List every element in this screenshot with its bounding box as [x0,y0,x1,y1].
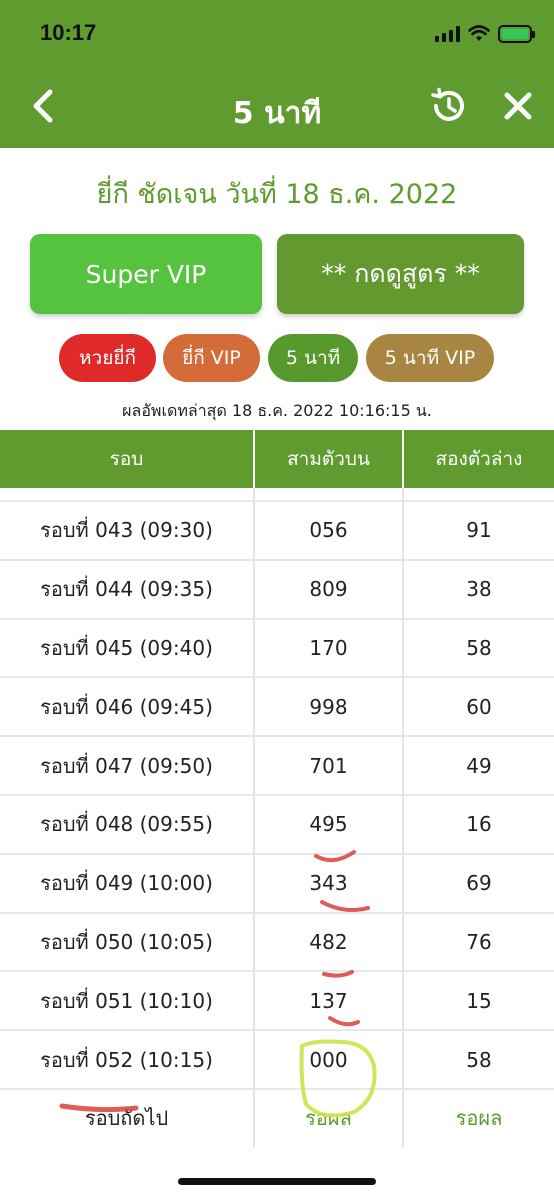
header-two-bottom: สองตัวล่าง [435,448,523,470]
round-cell: รอบที่ 050 (10:05) [0,913,255,971]
round-cell: รอบที่ 044 (09:35) [0,560,255,618]
status-icons [435,22,535,46]
battery-charging-icon [498,25,535,43]
history-icon[interactable] [428,86,468,126]
table-body[interactable]: รอบที่ 043 (09:30) 056 91 รอบที่ 044 (09:35… [0,500,554,1147]
page-title: 5 นาที [232,96,322,131]
round-cell: รอบที่ 045 (09:40) [0,619,255,677]
next-round-label: รอบถัดไป [0,1089,255,1147]
signal-icon [435,26,460,42]
three-top-cell: 998 [255,678,404,736]
two-bottom-cell: 91 [466,518,492,543]
table-row: รอบที่ 043 (09:30) 056 91 [0,500,554,559]
round-cell: รอบที่ 046 (09:45) [0,678,255,736]
table-scroll-stub [0,488,554,500]
table-row: รอบที่ 046 (09:45) 998 60 [0,676,554,736]
three-top-cell: 170 [255,619,404,677]
round-cell: รอบที่ 048 (09:55) [0,795,255,853]
status-bar: 10:17 [0,0,554,68]
app-header: 10:17 5 นาที [0,0,554,148]
tab-yiki[interactable]: หวยยี่กี [59,334,156,382]
three-top-cell: 495 [255,795,404,853]
round-cell: รอบที่ 052 (10:15) [0,1031,255,1088]
two-bottom-cell: 49 [466,753,492,778]
pending-result-cell: รอผล [455,1106,503,1131]
table-row: รอบที่ 045 (09:40) 170 58 [0,617,554,677]
last-updated-text: ผลอัพเดทล่าสุด 18 ธ.ค. 2022 10:16:15 น. [122,401,432,420]
table-row: รอบที่ 052 (10:15) 000 58 [0,1029,554,1088]
round-cell: รอบที่ 049 (10:00) [0,854,255,912]
two-bottom-cell: 60 [466,694,492,719]
two-bottom-cell: 38 [466,577,492,602]
wifi-icon [468,25,490,41]
table-row: รอบที่ 050 (10:05) 482 76 [0,911,554,971]
three-top-cell: 343 [255,854,404,912]
close-icon[interactable] [498,86,538,126]
tab-yiki-vip[interactable]: ยี่กี VIP [163,334,260,382]
header-three-top: สามตัวบน [255,430,404,488]
three-top-cell: 056 [255,502,404,559]
tab-5-min[interactable]: 5 นาที [268,334,358,382]
three-top-cell: 701 [255,737,404,794]
table-row: รอบที่ 049 (10:00) 343 69 [0,852,554,912]
results-table: รอบ สามตัวบน สองตัวล่าง รอบที่ 043 (09:3… [0,430,554,1147]
table-row: รอบที่ 048 (09:55) 495 16 [0,793,554,853]
round-cell: รอบที่ 043 (09:30) [0,502,255,559]
three-top-cell: 000 [255,1031,404,1088]
header-round: รอบ [0,430,255,488]
status-time: 10:17 [40,20,97,45]
table-header: รอบ สามตัวบน สองตัวล่าง [0,430,554,488]
three-top-cell: 809 [255,560,404,618]
two-bottom-cell: 69 [466,871,492,896]
next-round-row: รอบถัดไป รอผล รอผล [0,1087,554,1147]
three-top-cell: 482 [255,913,404,971]
table-row: รอบที่ 051 (10:10) 137 15 [0,970,554,1030]
round-cell: รอบที่ 047 (09:50) [0,737,255,794]
tab-5-min-vip[interactable]: 5 นาที VIP [366,334,494,382]
table-row: รอบที่ 044 (09:35) 809 38 [0,558,554,618]
two-bottom-cell: 15 [466,988,492,1013]
two-bottom-cell: 76 [466,929,492,954]
super-vip-button[interactable]: Super VIP [30,234,262,314]
lottery-subtitle: ยี่กี ชัดเจน วันที่ 18 ธ.ค. 2022 [96,179,458,210]
two-bottom-cell: 58 [466,635,492,660]
round-cell: รอบที่ 051 (10:10) [0,972,255,1030]
table-row: รอบที่ 047 (09:50) 701 49 [0,735,554,794]
three-top-cell: 137 [255,972,404,1030]
view-formula-button[interactable]: ** กดดูสูตร ** [277,234,524,314]
nav-bar: 5 นาที [0,68,554,148]
two-bottom-cell: 58 [466,1047,492,1072]
home-indicator [178,1178,376,1185]
two-bottom-cell: 16 [466,812,492,837]
pending-result-cell: รอผล [255,1089,404,1147]
